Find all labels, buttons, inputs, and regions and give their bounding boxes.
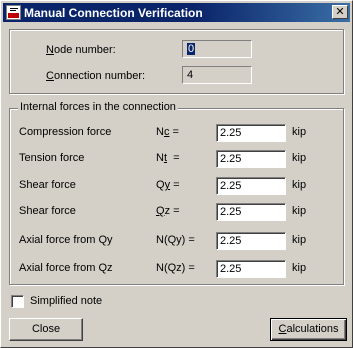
force-value-input[interactable]: 2.25 <box>216 124 286 142</box>
force-symbol-label: Qz = <box>156 205 180 217</box>
force-unit-label: kip <box>292 262 307 274</box>
force-value-input[interactable]: 2.25 <box>216 177 286 195</box>
connection-number-field[interactable]: 4 <box>182 66 252 84</box>
force-symbol-label: N(Qy) = <box>156 234 195 246</box>
force-symbol-label: Qy = <box>156 179 180 191</box>
force-name-label: Axial force from Qz <box>19 262 113 274</box>
force-name-label: Shear force <box>19 205 76 217</box>
force-value-input[interactable]: 2.25 <box>216 260 286 278</box>
force-name-label: Compression force <box>19 126 112 138</box>
node-number-field[interactable]: 0 <box>182 40 252 58</box>
force-unit-label: kip <box>292 179 307 191</box>
title-bar[interactable]: Manual Connection Verification ✕ <box>3 3 350 22</box>
identifiers-group <box>9 29 344 94</box>
window-title: Manual Connection Verification <box>24 6 203 20</box>
node-number-label: Node number: <box>46 44 116 56</box>
force-symbol-label: Nt = <box>156 152 180 164</box>
node-number-value: 0 <box>187 43 196 55</box>
force-name-label: Tension force <box>19 152 85 164</box>
force-unit-label: kip <box>292 126 307 138</box>
calculations-button[interactable]: Calculations <box>270 318 347 341</box>
simplified-note-label[interactable]: Simplified note <box>30 295 102 307</box>
force-name-label: Shear force <box>19 179 76 191</box>
force-value-input[interactable]: 2.25 <box>216 150 286 168</box>
close-button[interactable]: Close <box>9 318 83 341</box>
force-symbol-label: N(Qz) = <box>156 262 195 274</box>
internal-forces-title: Internal forces in the connection <box>18 101 178 113</box>
force-value-input[interactable]: 2.25 <box>216 203 286 221</box>
force-value-input[interactable]: 2.25 <box>216 232 286 250</box>
force-unit-label: kip <box>292 205 307 217</box>
close-window-icon[interactable]: ✕ <box>332 5 348 19</box>
simplified-note-checkbox[interactable] <box>11 295 24 308</box>
force-name-label: Axial force from Qy <box>19 234 113 246</box>
force-symbol-label: Nc = <box>156 126 179 138</box>
dialog-window: Manual Connection Verification ✕ Node nu… <box>0 0 353 348</box>
app-icon <box>6 5 21 20</box>
force-unit-label: kip <box>292 152 307 164</box>
force-unit-label: kip <box>292 234 307 246</box>
connection-number-label: Connection number: <box>46 70 146 82</box>
